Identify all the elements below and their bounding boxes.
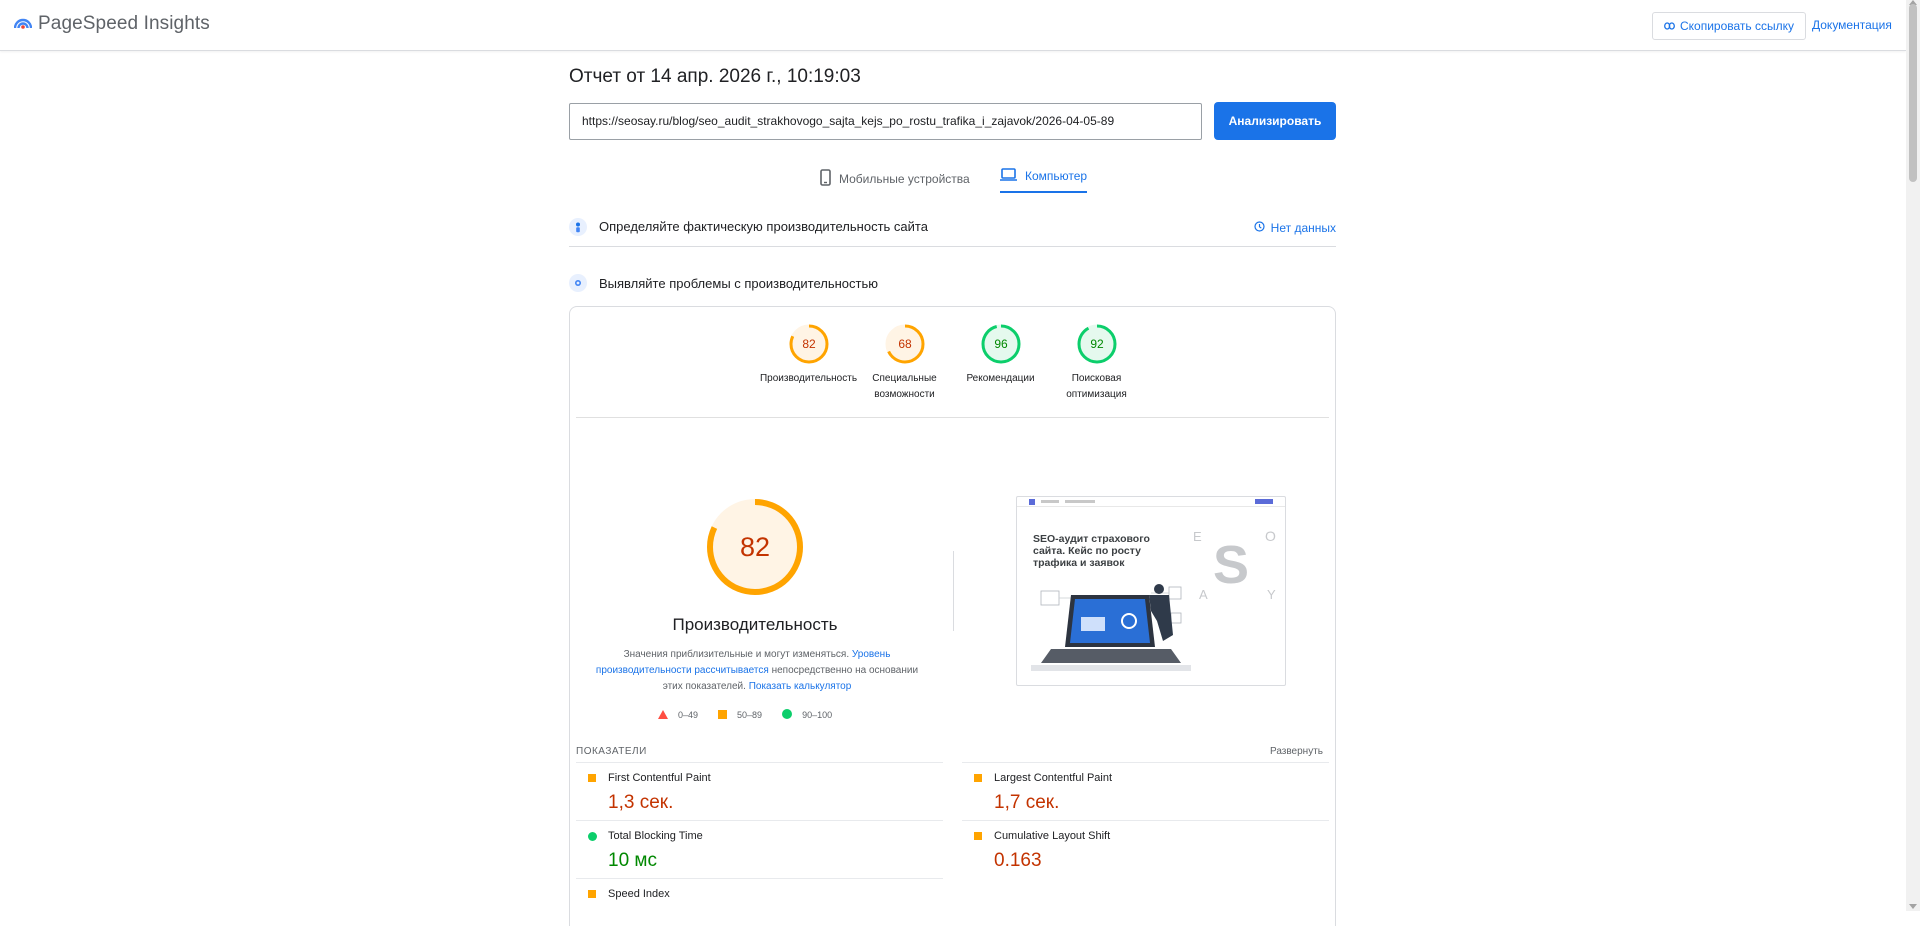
logo-letter-a: A	[1199, 587, 1208, 602]
gauge-accessibility-ring: 68	[885, 324, 924, 364]
legend-fail-range: 0–49	[678, 710, 699, 720]
show-calculator-link[interactable]: Показать калькулятор	[749, 681, 852, 692]
gauge-performance-ring: 82	[789, 324, 828, 364]
logo-letter-s: S	[1213, 535, 1249, 595]
average-square-icon	[588, 890, 596, 898]
logo-letter-o: O	[1265, 528, 1276, 544]
metrics-heading: ПОКАЗАТЕЛИ	[576, 746, 647, 757]
average-square-icon	[974, 832, 982, 840]
metric-fcp-name: First Contentful Paint	[608, 772, 711, 784]
logo-letter-e: E	[1193, 529, 1202, 544]
expand-metrics-link[interactable]: Развернуть	[1270, 746, 1323, 757]
gauge-seo-value: 92	[1090, 337, 1104, 351]
legend-pass-range: 90–100	[802, 710, 833, 720]
seosay-logo-icon: E O S A Y	[1193, 528, 1276, 602]
tab-desktop[interactable]: Компьютер	[1000, 165, 1088, 193]
thumb-headline: SEO-аудит страхового сайта. Кейс по рост…	[1033, 533, 1150, 569]
gauge-seo-ring: 92	[1077, 324, 1116, 364]
square-icon	[718, 709, 728, 721]
brand[interactable]: PageSpeed Insights	[13, 13, 210, 35]
metric-lcp: Largest Contentful Paint 1,7 сек.	[962, 762, 1329, 820]
phone-icon	[820, 168, 831, 189]
panel-divider	[576, 417, 1329, 418]
performance-big-gauge: 82	[707, 499, 803, 595]
field-data-title: Определяйте фактическую производительнос…	[599, 219, 928, 234]
gauge-best-practices-ring: 96	[981, 324, 1020, 364]
legend-fail: 0–49	[658, 709, 699, 721]
metric-tbt-value: 10 мс	[608, 850, 657, 871]
users-icon	[569, 217, 587, 236]
info-icon	[1254, 221, 1265, 235]
tab-desktop-label: Компьютер	[1025, 169, 1088, 183]
no-data-link[interactable]: Нет данных	[1254, 221, 1336, 235]
category-gauges: 82 Производительность 68 Специальные воз…	[570, 323, 1335, 423]
gauge-seo-label: Поисковая оптимизация	[1066, 373, 1127, 400]
legend-average-range: 50–89	[737, 710, 763, 720]
thumb-header	[1017, 497, 1285, 507]
legend-pass: 90–100	[782, 709, 832, 721]
triangle-icon	[658, 709, 668, 721]
gauge-performance-value: 82	[802, 337, 816, 351]
performance-desc-text-1: Значения приблизительные и могут изменят…	[623, 649, 852, 660]
metric-si-name: Speed Index	[608, 888, 670, 900]
gauge-accessibility-value: 68	[898, 337, 912, 351]
performance-big-score: 82	[740, 532, 770, 562]
metric-cls-value: 0.163	[994, 850, 1042, 871]
final-screenshot: SEO-аудит страхового сайта. Кейс по рост…	[1016, 496, 1286, 686]
performance-title: Производительность	[672, 615, 838, 634]
top-bar: PageSpeed Insights Скопировать ссылку До…	[0, 0, 1906, 51]
pass-circle-icon	[588, 832, 597, 841]
metric-lcp-value: 1,7 сек.	[994, 792, 1060, 813]
lighthouse-icon	[569, 274, 587, 292]
metric-cls: Cumulative Layout Shift 0.163	[962, 820, 1329, 878]
gauge-accessibility-label: Специальные возможности	[872, 373, 937, 400]
report-panel: 82 Производительность 68 Специальные воз…	[569, 306, 1336, 926]
scroll-down-icon[interactable]	[1909, 904, 1917, 909]
copy-link-label: Скопировать ссылку	[1679, 19, 1795, 33]
copy-link-button[interactable]: Скопировать ссылку	[1652, 12, 1806, 40]
documentation-link[interactable]: Документация	[1812, 18, 1892, 32]
metric-fcp-value: 1,3 сек.	[608, 792, 674, 813]
report-title: Отчет от 14 апр. 2026 г., 10:19:03	[569, 66, 861, 87]
laptop-illustration	[1031, 584, 1191, 671]
page-scrollbar[interactable]	[1906, 0, 1920, 911]
tab-mobile-label: Мобильные устройства	[839, 171, 970, 186]
metric-tbt-name: Total Blocking Time	[608, 830, 703, 842]
metric-si: Speed Index	[576, 878, 943, 918]
average-square-icon	[588, 774, 596, 782]
metric-lcp-name: Largest Contentful Paint	[994, 772, 1113, 784]
analyze-button[interactable]: Анализировать	[1214, 102, 1336, 140]
field-data-section: Определяйте фактическую производительнос…	[569, 213, 1336, 247]
metric-fcp: First Contentful Paint 1,3 сек.	[576, 762, 943, 820]
metric-tbt: Total Blocking Time 10 мс	[576, 820, 943, 878]
gauge-best-practices-label: Рекомендации	[966, 373, 1035, 384]
link-icon	[1664, 19, 1675, 33]
brand-name: PageSpeed Insights	[38, 13, 210, 34]
pagespeed-logo-icon	[13, 15, 33, 34]
gauge-best-practices[interactable]: 96 Рекомендации	[957, 323, 1045, 423]
performance-description: Значения приблизительные и могут изменят…	[594, 647, 920, 695]
average-square-icon	[974, 774, 982, 782]
lab-data-title: Выявляйте проблемы с производительностью	[599, 275, 879, 291]
legend-average: 50–89	[718, 709, 763, 721]
gauge-performance-label: Производительность	[759, 373, 858, 384]
score-legend: 0–49 50–89 90–100	[658, 709, 832, 721]
laptop-icon	[1000, 168, 1017, 184]
no-data-label: Нет данных	[1270, 221, 1336, 235]
metric-cls-name: Cumulative Layout Shift	[994, 830, 1111, 842]
gauge-accessibility[interactable]: 68 Специальные возможности	[861, 323, 949, 423]
scroll-thumb[interactable]	[1909, 4, 1917, 182]
lab-data-section: Выявляйте проблемы с производительностью	[569, 273, 1336, 293]
url-input[interactable]: https://seosay.ru/blog/seo_audit_strakho…	[569, 103, 1202, 140]
vertical-separator	[953, 551, 954, 631]
gauge-seo[interactable]: 92 Поисковая оптимизация	[1053, 323, 1141, 423]
gauge-performance[interactable]: 82 Производительность	[760, 323, 857, 423]
circle-icon	[782, 709, 793, 721]
tab-mobile[interactable]: Мобильные устройства	[820, 165, 970, 192]
gauge-best-practices-value: 96	[994, 337, 1008, 351]
logo-letter-y: Y	[1267, 587, 1276, 602]
